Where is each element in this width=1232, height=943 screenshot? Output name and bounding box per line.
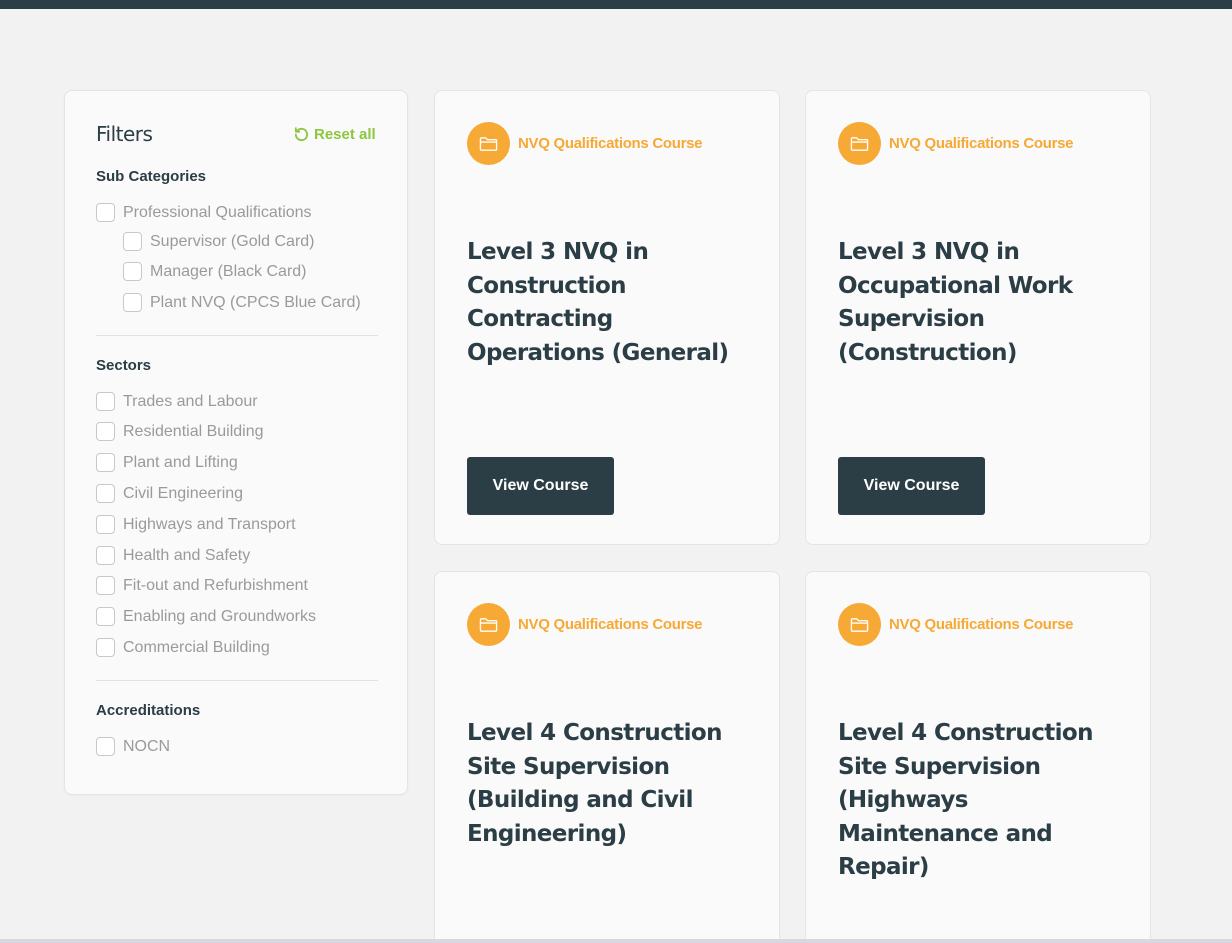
folder-icon (467, 122, 510, 165)
filters-panel: Filters Reset all Sub Categories Profess… (64, 90, 408, 795)
checkbox[interactable] (123, 232, 142, 251)
checkbox-label: Health and Safety (123, 546, 251, 564)
checkbox[interactable] (123, 262, 142, 281)
bottom-edge (0, 939, 1232, 943)
filter-enabling-and-groundworks[interactable]: Enabling and Groundworks (96, 607, 316, 626)
checkbox-label: Trades and Labour (123, 392, 258, 410)
folder-icon (838, 122, 881, 165)
filter-manager-black-card[interactable]: Manager (Black Card) (123, 262, 307, 281)
divider (96, 680, 378, 681)
view-course-button[interactable]: View Course (467, 457, 614, 515)
course-title[interactable]: Level 4 Construction Site Supervision (H… (838, 717, 1128, 885)
checkbox-label: Plant and Lifting (123, 453, 238, 471)
checkbox-label: Professional Qualifications (123, 203, 312, 221)
course-title[interactable]: Level 3 NVQ in Construction Contracting … (467, 236, 757, 370)
top-header-bar (0, 0, 1232, 9)
filter-fit-out-and-refurbishment[interactable]: Fit-out and Refurbishment (96, 576, 308, 595)
checkbox-label: Commercial Building (123, 638, 270, 656)
filter-highways-and-transport[interactable]: Highways and Transport (96, 515, 296, 534)
checkbox[interactable] (96, 737, 115, 756)
checkbox[interactable] (96, 203, 115, 222)
refresh-icon (293, 126, 310, 143)
filters-title: Filters (96, 122, 153, 146)
course-category-label: NVQ Qualifications Course (518, 616, 703, 633)
sub-categories-heading: Sub Categories (96, 168, 207, 185)
reset-all-label: Reset all (314, 126, 376, 143)
checkbox[interactable] (96, 422, 115, 441)
filter-residential-building[interactable]: Residential Building (96, 422, 264, 441)
checkbox[interactable] (96, 638, 115, 657)
checkbox[interactable] (96, 453, 115, 472)
checkbox-label: Civil Engineering (123, 484, 244, 502)
filter-commercial-building[interactable]: Commercial Building (96, 638, 270, 657)
checkbox[interactable] (96, 576, 115, 595)
filter-supervisor-gold-card[interactable]: Supervisor (Gold Card) (123, 232, 315, 251)
filter-trades-and-labour[interactable]: Trades and Labour (96, 392, 258, 411)
accreditations-heading: Accreditations (96, 702, 201, 719)
course-category: NVQ Qualifications Course (467, 603, 703, 646)
filter-civil-engineering[interactable]: Civil Engineering (96, 484, 243, 503)
checkbox[interactable] (96, 484, 115, 503)
course-category: NVQ Qualifications Course (838, 603, 1074, 646)
checkbox-label: NOCN (123, 737, 171, 755)
course-card: NVQ Qualifications Course Level 4 Constr… (434, 571, 780, 943)
filter-nocn[interactable]: NOCN (96, 737, 170, 756)
view-course-button[interactable]: View Course (838, 457, 985, 515)
checkbox[interactable] (96, 392, 115, 411)
course-category-label: NVQ Qualifications Course (889, 616, 1074, 633)
checkbox[interactable] (96, 546, 115, 565)
filter-plant-nvq-cpcs-blue-card[interactable]: Plant NVQ (CPCS Blue Card) (123, 293, 361, 312)
sectors-heading: Sectors (96, 357, 152, 374)
course-title[interactable]: Level 4 Construction Site Supervision (B… (467, 717, 757, 851)
checkbox[interactable] (123, 293, 142, 312)
course-card: NVQ Qualifications Course Level 3 NVQ in… (805, 90, 1151, 545)
checkbox-label: Residential Building (123, 422, 264, 440)
checkbox-label: Supervisor (Gold Card) (150, 232, 315, 250)
checkbox-label: Manager (Black Card) (150, 262, 307, 280)
checkbox[interactable] (96, 607, 115, 626)
course-title[interactable]: Level 3 NVQ in Occupational Work Supervi… (838, 236, 1128, 370)
checkbox-label: Highways and Transport (123, 515, 296, 533)
course-category: NVQ Qualifications Course (838, 122, 1074, 165)
reset-all-button[interactable]: Reset all (293, 126, 376, 143)
course-card: NVQ Qualifications Course Level 4 Constr… (805, 571, 1151, 943)
course-category-label: NVQ Qualifications Course (518, 135, 703, 152)
divider (96, 335, 378, 336)
filter-professional-qualifications[interactable]: Professional Qualifications (96, 203, 312, 222)
checkbox-label: Plant NVQ (CPCS Blue Card) (150, 293, 361, 311)
checkbox-label: Fit-out and Refurbishment (123, 576, 308, 594)
course-card: NVQ Qualifications Course Level 3 NVQ in… (434, 90, 780, 545)
checkbox-label: Enabling and Groundworks (123, 607, 317, 625)
filter-plant-and-lifting[interactable]: Plant and Lifting (96, 453, 238, 472)
filter-health-and-safety[interactable]: Health and Safety (96, 546, 250, 565)
course-category: NVQ Qualifications Course (467, 122, 703, 165)
course-category-label: NVQ Qualifications Course (889, 135, 1074, 152)
checkbox[interactable] (96, 515, 115, 534)
folder-icon (838, 603, 881, 646)
folder-icon (467, 603, 510, 646)
